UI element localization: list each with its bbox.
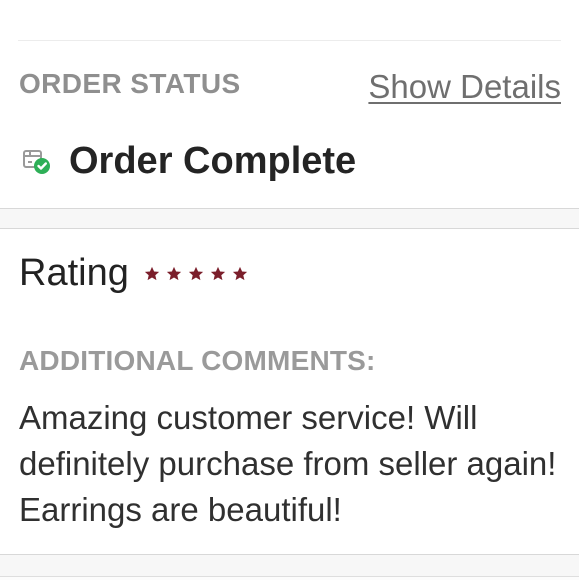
package-check-icon (21, 145, 53, 177)
section-separator-band (0, 208, 579, 228)
star-icon (187, 265, 205, 283)
order-status-label: ORDER STATUS (19, 68, 241, 99)
star-icon (165, 265, 183, 283)
additional-comments-label: ADDITIONAL COMMENTS: (19, 345, 376, 376)
order-status-text: Order Complete (69, 140, 357, 182)
rating-label: Rating (19, 252, 129, 294)
order-complete-row: Order Complete (21, 138, 356, 184)
order-review-screen: ORDER STATUS Show Details Order Complete… (0, 0, 579, 580)
rating-row: Rating (19, 252, 249, 294)
section-divider (0, 208, 579, 209)
star-icon (209, 265, 227, 283)
review-comment-text: Amazing customer service! Will definitel… (19, 399, 557, 528)
star-icon (143, 265, 161, 283)
rating-stars (143, 265, 249, 283)
star-icon (231, 265, 249, 283)
show-details-link[interactable]: Show Details (368, 68, 561, 106)
bottom-divider (0, 554, 579, 555)
